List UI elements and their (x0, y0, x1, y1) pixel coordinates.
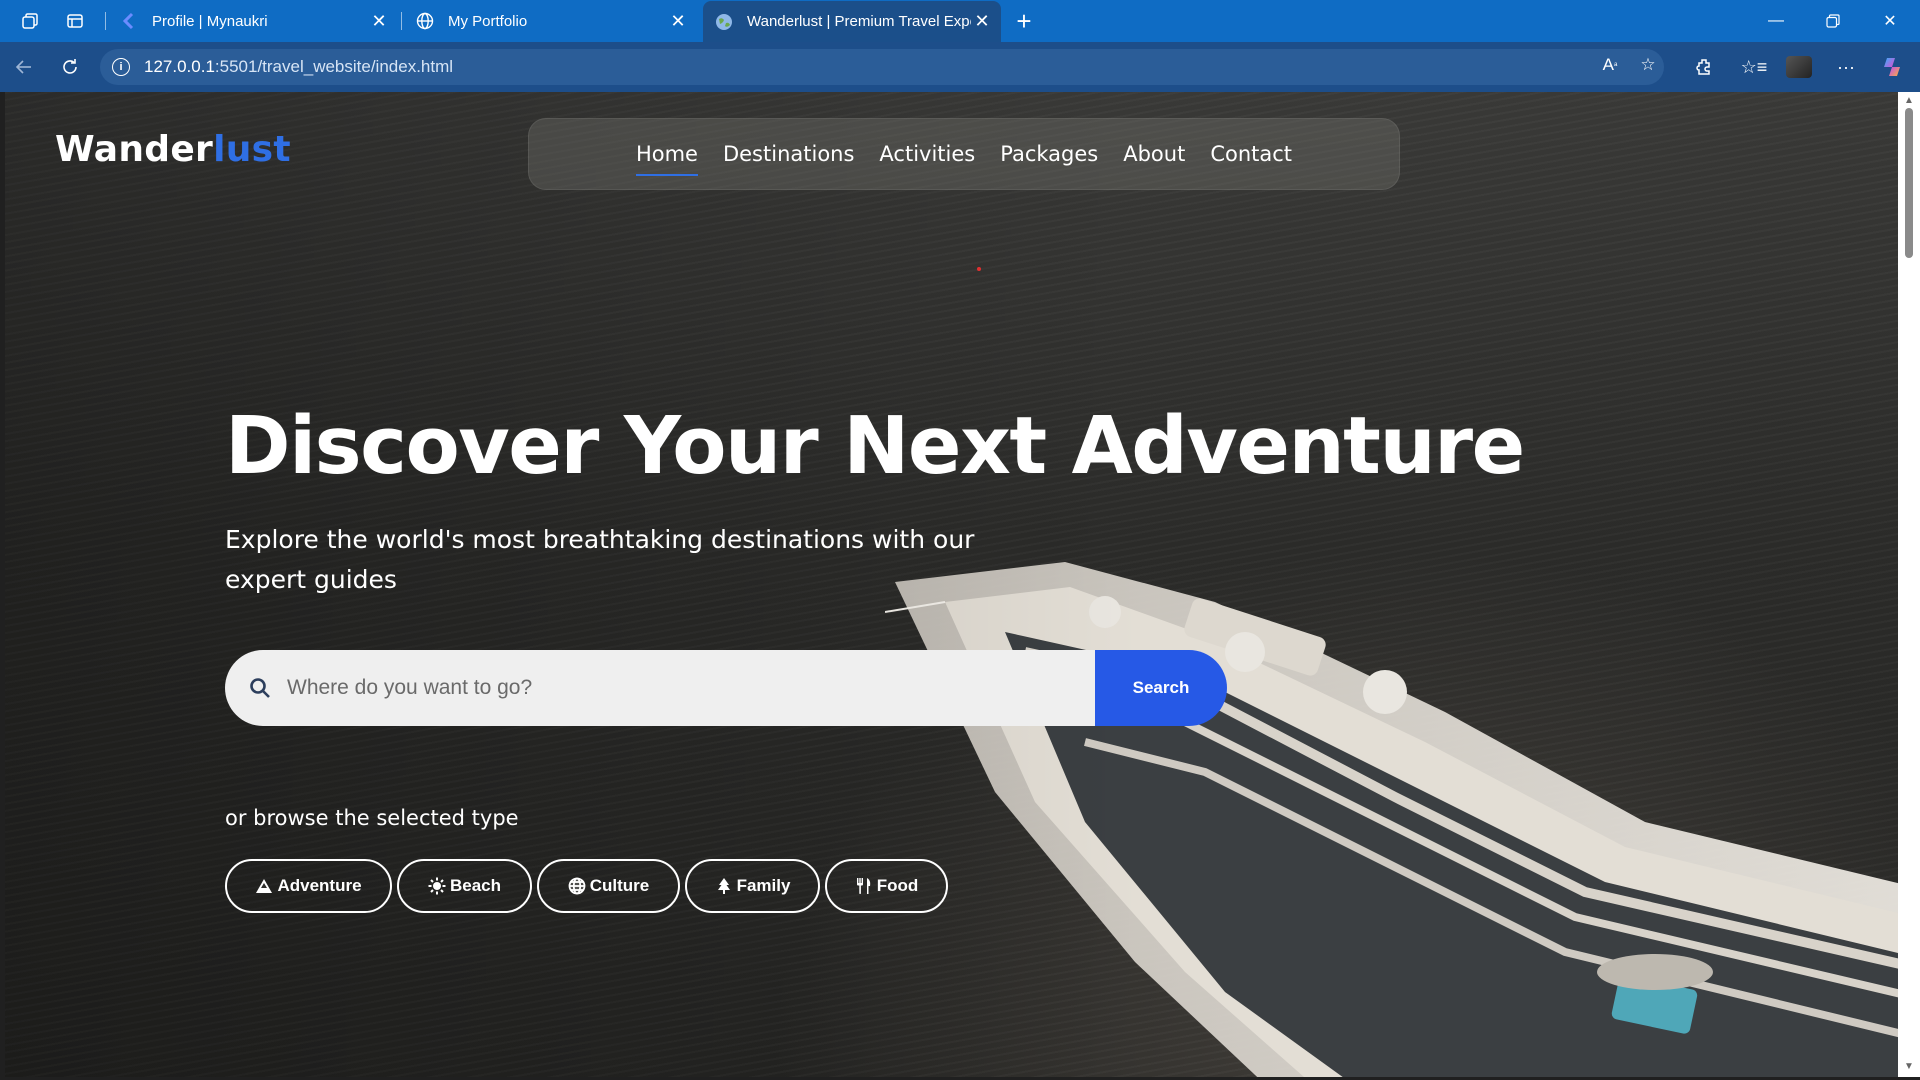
earth-favicon-icon (715, 13, 733, 31)
extensions-icon[interactable] (1690, 53, 1718, 81)
chip-food[interactable]: Food (825, 859, 948, 913)
tree-icon (717, 878, 730, 894)
profile-avatar-icon[interactable] (1785, 53, 1813, 81)
tab-actions-icon[interactable] (61, 7, 89, 35)
read-aloud-icon[interactable]: Aᵃ (1596, 51, 1624, 79)
scroll-up-icon[interactable]: ▲ (1903, 96, 1915, 106)
tab-title: My Portfolio (448, 12, 528, 30)
back-icon[interactable] (10, 53, 38, 81)
nav-packages[interactable]: Packages (1000, 138, 1098, 170)
page-viewport: Wanderlust Home Destinations Activities … (5, 92, 1898, 1077)
search-icon (247, 675, 273, 701)
search-input[interactable] (287, 676, 1087, 700)
favorite-star-icon[interactable]: ☆ (1634, 51, 1662, 79)
utensils-icon (856, 878, 870, 894)
refresh-icon[interactable] (56, 53, 84, 81)
tab-title: Profile | Mynaukri (152, 12, 268, 30)
chip-label: Food (876, 876, 919, 895)
scroll-down-icon[interactable]: ▼ (1903, 1062, 1915, 1072)
chip-label: Culture (589, 876, 650, 895)
nav-home[interactable]: Home (635, 138, 698, 176)
chip-beach[interactable]: Beach (397, 859, 532, 913)
tab-wanderlust[interactable]: Wanderlust | Premium Travel Expe ✕ (703, 1, 1001, 42)
travel-type-chips: Adventure Beach Culture Family Food (225, 859, 948, 913)
nav-destinations[interactable]: Destinations (723, 138, 854, 170)
close-window-icon[interactable]: ✕ (1862, 0, 1918, 42)
workspaces-icon[interactable] (16, 7, 44, 35)
mountain-icon (256, 879, 273, 893)
chip-label: Adventure (277, 876, 362, 895)
cursor-dot (977, 267, 981, 271)
page-scrollbar[interactable]: ▲ ▼ (1898, 92, 1920, 1077)
destination-search: Search (225, 650, 1231, 726)
chip-culture[interactable]: Culture (537, 859, 680, 913)
globe-icon (416, 12, 434, 30)
nav-activities[interactable]: Activities (879, 138, 975, 170)
mynaukri-favicon-icon (120, 12, 138, 30)
hero-subtitle: Explore the world's most breathtaking de… (225, 525, 975, 594)
nav-contact[interactable]: Contact (1210, 138, 1292, 170)
tab-title: Wanderlust | Premium Travel Expe (747, 13, 971, 30)
search-field[interactable] (225, 650, 1105, 726)
site-logo[interactable]: Wanderlust (55, 129, 291, 170)
close-tab-icon[interactable]: ✕ (667, 10, 689, 32)
url-text: 127.0.0.1:5501/travel_website/index.html (144, 57, 454, 76)
chip-family[interactable]: Family (685, 859, 820, 913)
address-bar[interactable]: i 127.0.0.1:5501/travel_website/index.ht… (100, 49, 1664, 85)
hero-title: Discover Your Next Adventure (225, 400, 1525, 492)
chip-adventure[interactable]: Adventure (225, 859, 392, 913)
search-button[interactable]: Search (1095, 650, 1227, 726)
tab-mynaukri[interactable]: Profile | Mynaukri ✕ (108, 0, 398, 42)
minimize-icon[interactable]: — (1748, 0, 1804, 42)
browse-label: or browse the selected type (225, 806, 519, 830)
main-navigation: Home Destinations Activities Packages Ab… (528, 118, 1400, 190)
close-tab-icon[interactable]: ✕ (368, 10, 390, 32)
chip-label: Family (736, 876, 791, 895)
sun-icon (428, 877, 446, 895)
nav-about[interactable]: About (1123, 138, 1185, 170)
close-tab-icon[interactable]: ✕ (971, 11, 993, 33)
copilot-icon[interactable] (1879, 53, 1907, 81)
globe-icon (568, 877, 586, 895)
new-tab-icon[interactable]: + (1010, 6, 1038, 36)
chip-label: Beach (449, 876, 502, 895)
browser-tab-bar: Profile | Mynaukri ✕ My Portfolio ✕ Wand… (0, 0, 1920, 42)
address-toolbar: i 127.0.0.1:5501/travel_website/index.ht… (0, 42, 1920, 92)
scrollbar-thumb[interactable] (1905, 108, 1913, 258)
restore-icon[interactable] (1805, 0, 1861, 42)
more-options-icon[interactable]: ··· (1832, 53, 1860, 81)
favorites-icon[interactable]: ☆≡ (1740, 53, 1768, 81)
tab-portfolio[interactable]: My Portfolio ✕ (404, 0, 697, 42)
site-info-icon[interactable]: i (112, 58, 130, 76)
